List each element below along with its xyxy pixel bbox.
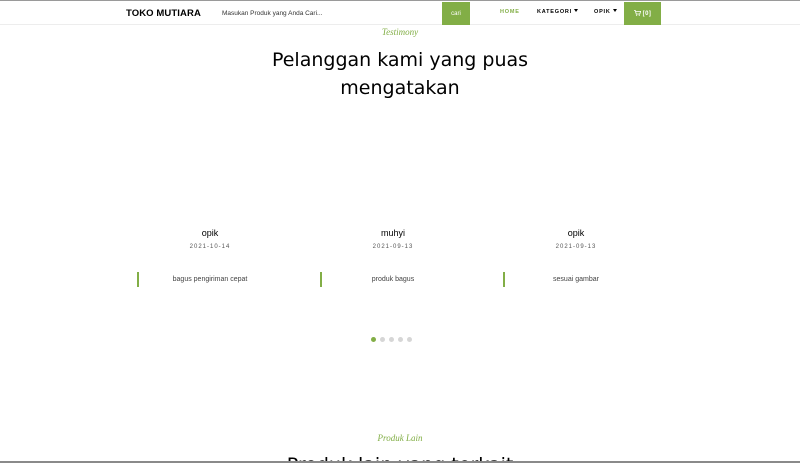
carousel-dot[interactable] [398,337,403,342]
review-text: bagus pengiriman cepat [172,276,248,283]
testimony-card: opik 2021-10-14 [125,228,295,250]
caret-down-icon [612,9,617,12]
produk-subheading: Produk Lain [377,433,423,443]
carousel-dot[interactable] [389,337,394,342]
reviewer-name: muhyi [380,228,405,238]
testimony-card: muhyi 2021-09-13 [308,228,478,250]
nav-kategori-dropdown[interactable]: KATEGORI [537,9,579,15]
search-button[interactable]: cari [442,2,470,25]
cart-button[interactable]: [0] [624,2,661,25]
testimony-card: opik 2021-09-13 [491,228,661,250]
carousel-dot[interactable] [407,337,412,342]
nav-kategori-label: KATEGORI [537,9,573,15]
carousel-dot[interactable] [380,337,385,342]
brand-logo[interactable]: TOKO MUTIARA [126,8,201,19]
nav-home-link[interactable]: HOME [500,9,520,15]
cart-icon [633,9,641,18]
testimony-subheading: Testimony [381,27,419,37]
nav-user-dropdown[interactable]: OPIK [594,9,617,15]
reviewer-name: opik [567,228,585,238]
testimony-title-line1: Pelanggan kami yang puas [271,49,529,71]
nav-user-label: OPIK [594,9,611,15]
reviewer-name: opik [201,228,219,238]
review-date: 2021-09-13 [372,244,414,250]
navbar: TOKO MUTIARA cari HOME KATEGORI OPIK [0] [0,1,800,25]
testimony-title-line2: mengatakan [340,77,460,99]
review-date: 2021-10-14 [189,244,231,250]
review-date: 2021-09-13 [555,244,597,250]
review-text: sesuai gambar [553,276,599,283]
cart-count: [0] [642,10,652,17]
caret-down-icon [574,9,579,12]
review-text: produk bagus [371,276,415,283]
carousel-dot[interactable] [371,337,376,342]
search-input[interactable] [222,6,440,21]
carousel-dots [371,337,412,342]
testimony-title: Pelanggan kami yang puas mengatakan [0,46,800,102]
